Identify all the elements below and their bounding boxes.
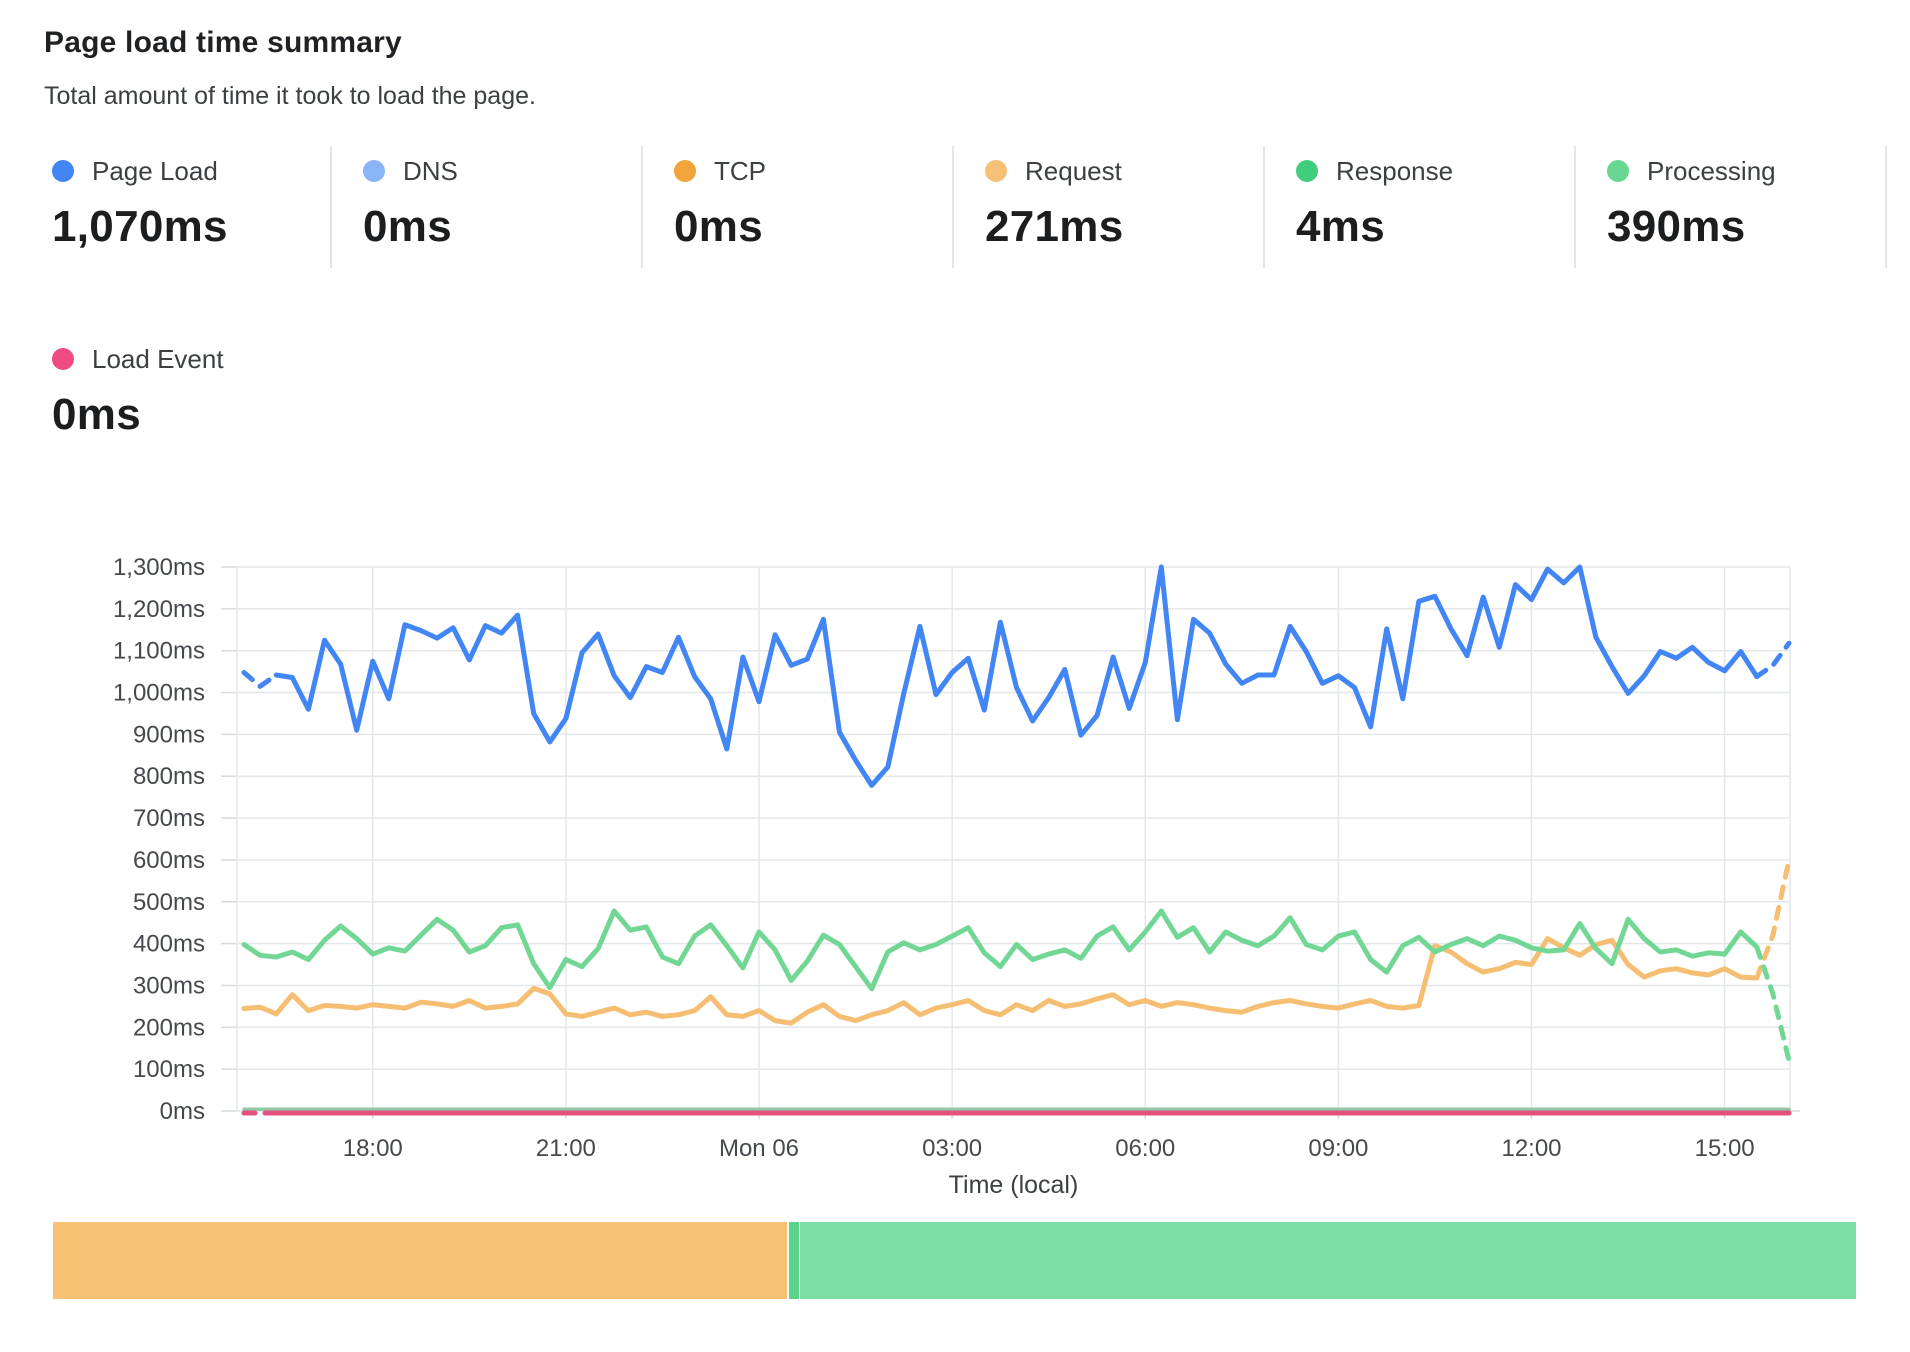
svg-text:700ms: 700ms (133, 805, 205, 832)
svg-text:600ms: 600ms (133, 847, 205, 874)
svg-text:06:00: 06:00 (1115, 1135, 1175, 1162)
svg-text:21:00: 21:00 (536, 1135, 596, 1162)
svg-text:400ms: 400ms (133, 931, 205, 958)
svg-text:900ms: 900ms (133, 721, 205, 748)
svg-text:09:00: 09:00 (1308, 1135, 1368, 1162)
svg-text:12:00: 12:00 (1501, 1135, 1561, 1162)
svg-text:500ms: 500ms (133, 889, 205, 916)
bar-segment-divider (789, 1222, 799, 1299)
svg-text:300ms: 300ms (133, 972, 205, 999)
svg-text:1,300ms: 1,300ms (113, 554, 205, 581)
svg-text:1,100ms: 1,100ms (113, 638, 205, 665)
page-load-summary-panel: { "header": { "title": "Page load time s… (0, 0, 1910, 1352)
svg-text:15:00: 15:00 (1695, 1135, 1755, 1162)
bar-segment-request[interactable] (53, 1222, 787, 1299)
svg-text:Time (local): Time (local) (949, 1171, 1079, 1199)
svg-text:200ms: 200ms (133, 1014, 205, 1041)
phase-duration-bar[interactable] (0, 1222, 1910, 1299)
svg-text:1,200ms: 1,200ms (113, 596, 205, 623)
bar-segment-processing[interactable] (800, 1222, 1856, 1299)
svg-text:18:00: 18:00 (343, 1135, 403, 1162)
svg-text:0ms: 0ms (160, 1098, 205, 1125)
svg-text:1,000ms: 1,000ms (113, 680, 205, 707)
svg-text:Mon 06: Mon 06 (719, 1135, 799, 1162)
svg-text:100ms: 100ms (133, 1056, 205, 1083)
svg-text:03:00: 03:00 (922, 1135, 982, 1162)
page-load-time-chart[interactable]: 0ms 100ms 200ms 300ms 400ms 500ms 600ms 700ms 80… (0, 0, 1910, 1352)
svg-text:800ms: 800ms (133, 763, 205, 790)
